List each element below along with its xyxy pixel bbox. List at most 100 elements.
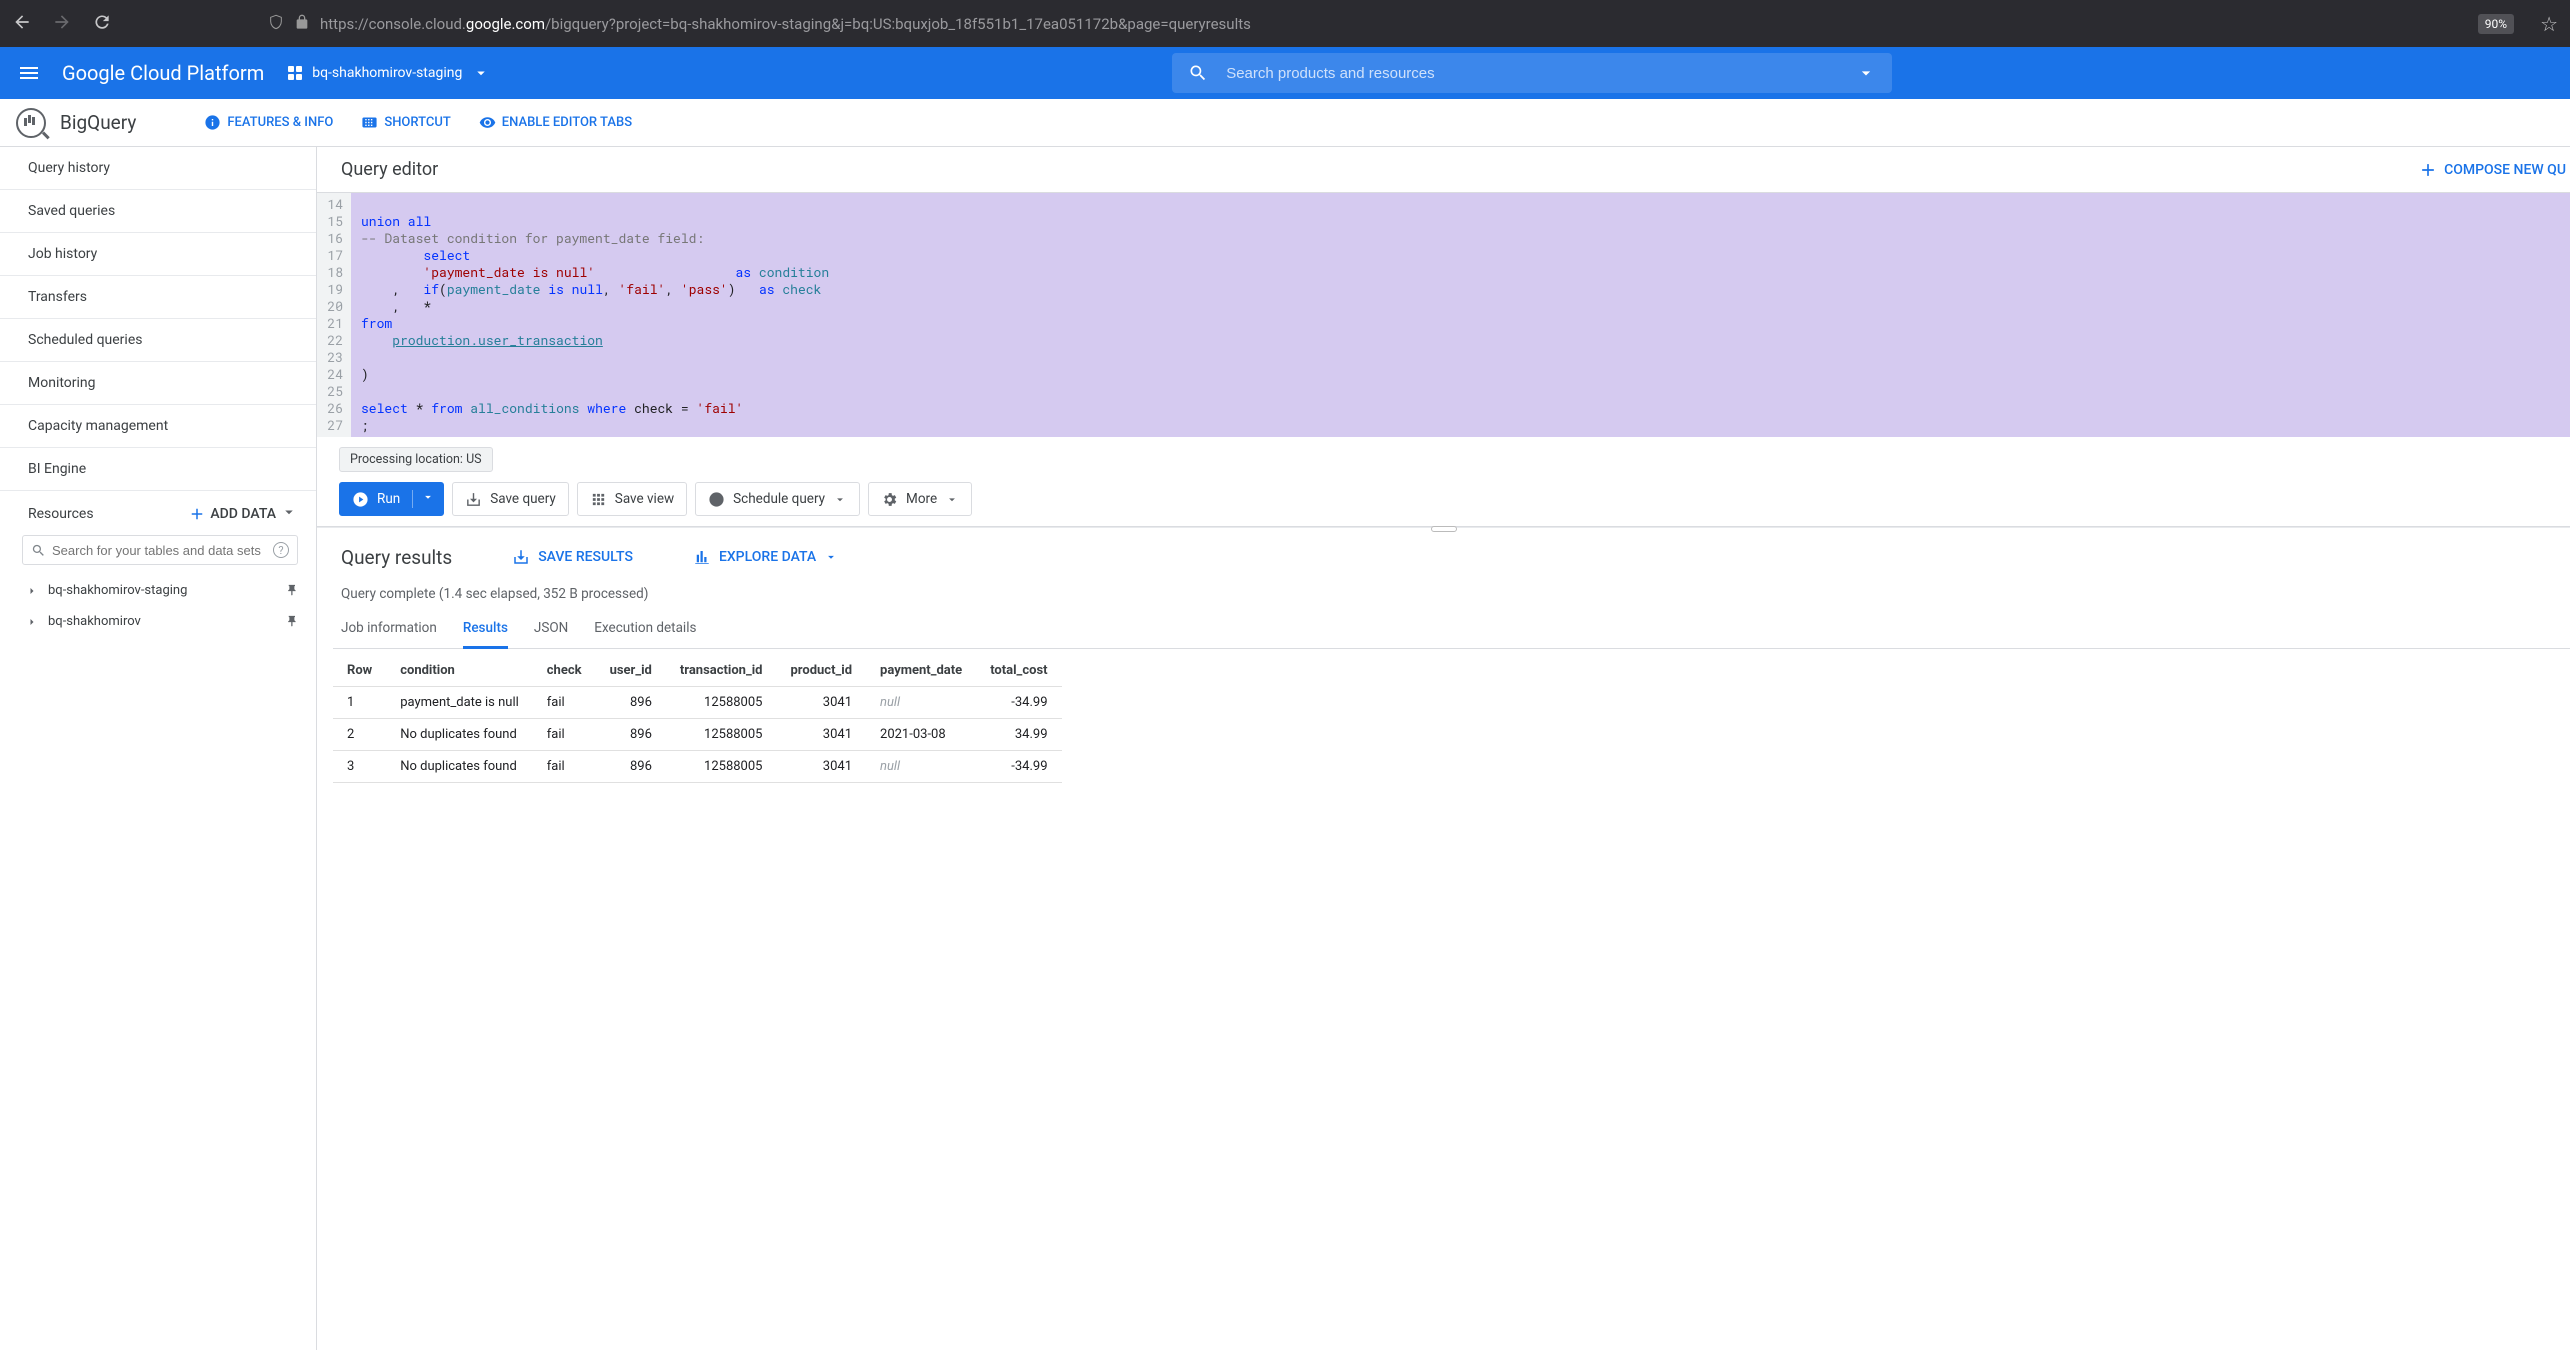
search-icon	[31, 543, 46, 558]
chevron-right-icon	[26, 585, 38, 597]
explore-data-button[interactable]: EXPLORE DATA	[693, 548, 838, 566]
bigquery-icon	[16, 108, 46, 138]
sql-editor[interactable]: 1415161718192021222324252627 union all--…	[317, 193, 2570, 437]
table-cell: -34.99	[976, 751, 1061, 783]
zoom-badge[interactable]: 90%	[2478, 14, 2514, 34]
results-tab[interactable]: Job information	[341, 610, 437, 649]
info-icon	[204, 114, 221, 131]
column-header: product_id	[776, 655, 866, 687]
table-cell: 3041	[776, 719, 866, 751]
results-tab[interactable]: Execution details	[594, 610, 696, 649]
table-cell: 896	[596, 687, 666, 719]
shortcut-button[interactable]: SHORTCUT	[361, 114, 450, 131]
column-header: transaction_id	[666, 655, 777, 687]
column-header: payment_date	[866, 655, 976, 687]
sidebar: Query historySaved queriesJob historyTra…	[0, 147, 317, 1350]
column-header: condition	[386, 655, 533, 687]
hamburger-menu-icon[interactable]	[20, 67, 38, 79]
resources-label: Resources	[28, 506, 94, 522]
run-dropdown[interactable]	[412, 490, 435, 508]
table-cell: 2021-03-08	[866, 719, 976, 751]
features-info-button[interactable]: FEATURES & INFO	[204, 114, 333, 131]
results-tab[interactable]: JSON	[534, 610, 568, 649]
table-cell: 12588005	[666, 719, 777, 751]
sidebar-item[interactable]: Monitoring	[0, 362, 316, 405]
table-cell: 896	[596, 751, 666, 783]
sql-code[interactable]: union all-- Dataset condition for paymen…	[351, 193, 2570, 437]
eye-icon	[479, 114, 496, 131]
results-table: Rowconditioncheckuser_idtransaction_idpr…	[333, 655, 1062, 783]
table-cell: 12588005	[666, 751, 777, 783]
results-tab[interactable]: Results	[463, 610, 508, 649]
help-icon[interactable]: ?	[273, 542, 289, 558]
processing-location: Processing location: US	[339, 447, 493, 472]
lock-icon	[294, 14, 310, 34]
more-button[interactable]: More	[868, 482, 972, 516]
table-cell: null	[866, 751, 976, 783]
download-icon	[465, 491, 482, 508]
url-bar[interactable]: https://console.cloud.google.com/bigquer…	[268, 14, 2462, 34]
resource-search-input[interactable]	[52, 543, 267, 558]
chevron-down-icon	[472, 64, 490, 82]
forward-icon[interactable]	[52, 12, 72, 36]
keyboard-icon	[361, 114, 378, 131]
table-cell: payment_date is null	[386, 687, 533, 719]
query-editor-title: Query editor	[341, 159, 438, 180]
line-gutter: 1415161718192021222324252627	[317, 193, 351, 437]
chevron-down-icon	[833, 491, 847, 508]
run-button[interactable]: Run	[339, 482, 444, 516]
table-cell: 12588005	[666, 687, 777, 719]
column-header: Row	[333, 655, 386, 687]
plus-icon	[2418, 160, 2438, 180]
chevron-down-icon[interactable]	[1856, 63, 1876, 83]
project-tree-item[interactable]: bq-shakhomirov-staging	[0, 575, 316, 606]
save-view-button[interactable]: Save view	[577, 482, 687, 516]
table-cell: null	[866, 687, 976, 719]
sidebar-item[interactable]: Job history	[0, 233, 316, 276]
sidebar-item[interactable]: Saved queries	[0, 190, 316, 233]
shield-icon	[268, 14, 284, 34]
gcp-header: Google Cloud Platform bq-shakhomirov-sta…	[0, 47, 2570, 99]
table-row: 2No duplicates foundfail8961258800530412…	[333, 719, 1062, 751]
project-icon	[288, 66, 302, 80]
table-cell: 1	[333, 687, 386, 719]
enable-tabs-button[interactable]: ENABLE EDITOR TABS	[479, 114, 632, 131]
sidebar-item[interactable]: BI Engine	[0, 448, 316, 491]
reload-icon[interactable]	[92, 12, 112, 36]
resource-search[interactable]: ?	[22, 535, 298, 565]
bigquery-header: BigQuery FEATURES & INFO SHORTCUT ENABLE…	[0, 99, 2570, 147]
query-results-title: Query results	[333, 546, 452, 569]
table-cell: 3041	[776, 751, 866, 783]
table-cell: 3041	[776, 687, 866, 719]
sidebar-item[interactable]: Query history	[0, 147, 316, 190]
sidebar-item[interactable]: Capacity management	[0, 405, 316, 448]
url-text: https://console.cloud.google.com/bigquer…	[320, 15, 1251, 33]
project-name: bq-shakhomirov-staging	[312, 65, 462, 81]
back-icon[interactable]	[12, 12, 32, 36]
project-tree-item[interactable]: bq-shakhomirov	[0, 606, 316, 637]
pin-icon[interactable]	[285, 614, 300, 629]
schedule-query-button[interactable]: Schedule query	[695, 482, 860, 516]
project-selector[interactable]: bq-shakhomirov-staging	[288, 64, 490, 82]
add-data-dropdown[interactable]	[280, 503, 298, 525]
add-data-button[interactable]: ADD DATA	[188, 505, 276, 523]
pin-icon[interactable]	[285, 583, 300, 598]
save-results-button[interactable]: SAVE RESULTS	[512, 548, 633, 566]
bookmark-icon[interactable]: ☆	[2540, 12, 2558, 36]
search-icon	[1188, 63, 1208, 83]
table-row: 1payment_date is nullfail896125880053041…	[333, 687, 1062, 719]
browser-chrome: https://console.cloud.google.com/bigquer…	[0, 0, 2570, 47]
table-cell: No duplicates found	[386, 719, 533, 751]
table-cell: 3	[333, 751, 386, 783]
gcp-logo[interactable]: Google Cloud Platform	[62, 61, 264, 85]
save-query-button[interactable]: Save query	[452, 482, 569, 516]
global-search[interactable]	[1172, 53, 1892, 93]
table-cell: 34.99	[976, 719, 1061, 751]
sidebar-item[interactable]: Scheduled queries	[0, 319, 316, 362]
sidebar-item[interactable]: Transfers	[0, 276, 316, 319]
plus-icon	[188, 505, 206, 523]
bigquery-logo[interactable]: BigQuery	[16, 108, 136, 138]
global-search-input[interactable]	[1226, 65, 1838, 82]
compose-query-button[interactable]: COMPOSE NEW QU	[2418, 160, 2570, 180]
gear-icon	[881, 491, 898, 508]
